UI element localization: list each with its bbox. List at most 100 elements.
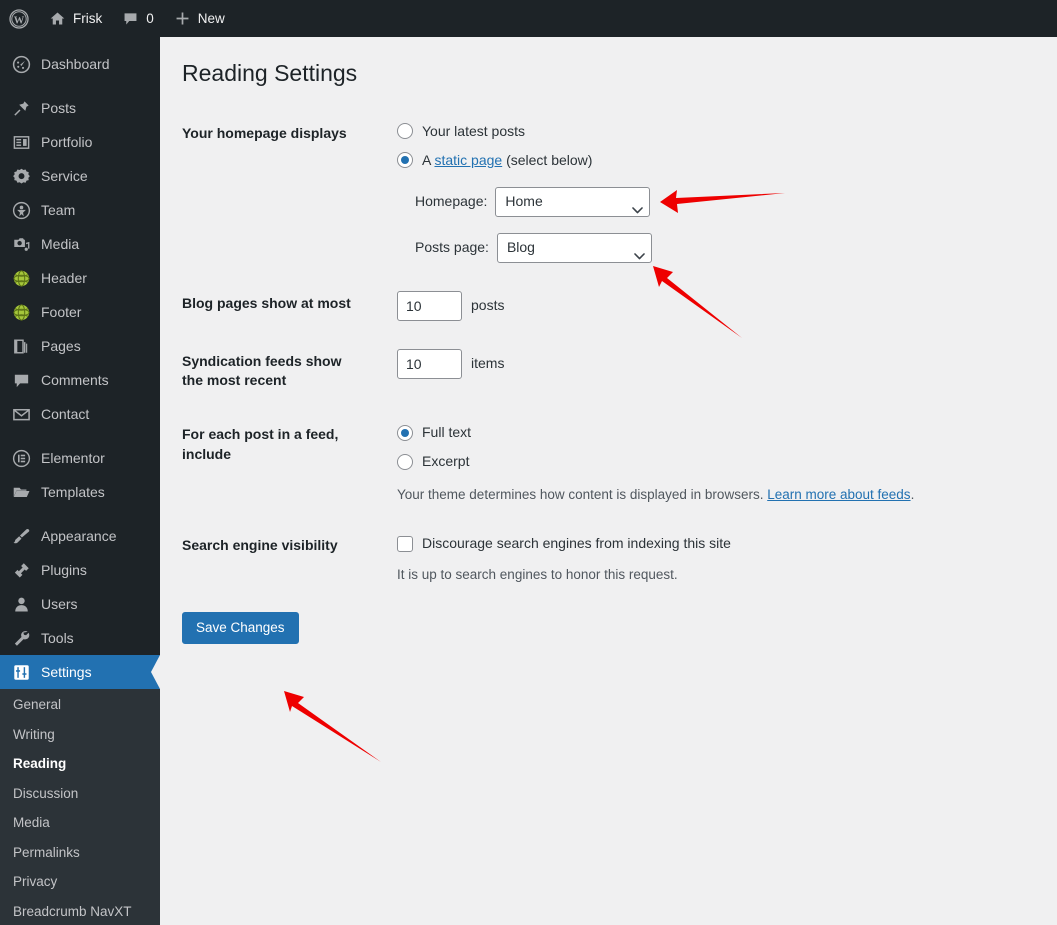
submenu-item-privacy[interactable]: Privacy xyxy=(0,867,160,897)
chevron-down-icon xyxy=(634,245,645,260)
discourage-search-label: Discourage search engines from indexing … xyxy=(422,535,731,552)
discourage-search-row[interactable]: Discourage search engines from indexing … xyxy=(397,533,1047,554)
paintbrush-icon xyxy=(11,526,31,546)
sidebar-item-pages[interactable]: Pages xyxy=(0,329,160,363)
elementor-ball-icon xyxy=(11,268,31,288)
sidebar-item-label: Settings xyxy=(41,664,92,680)
sidebar-item-label: Templates xyxy=(41,484,105,500)
submenu-item-permalinks[interactable]: Permalinks xyxy=(0,838,160,868)
posts-page-select-label: Posts page: xyxy=(415,239,489,256)
sidebar-item-templates[interactable]: Templates xyxy=(0,475,160,509)
form-row-homepage-displays: Your homepage displays Your latest posts… xyxy=(160,107,1057,277)
dashboard-gauge-icon xyxy=(11,54,31,74)
radio-row-static-page[interactable]: A static page (select below) xyxy=(397,150,1047,171)
submenu-item-reading[interactable]: Reading xyxy=(0,749,160,779)
syndication-label: Syndication feeds show the most recent xyxy=(182,352,342,389)
posts-page-select-value: Blog xyxy=(506,239,535,256)
search-visibility-label: Search engine visibility xyxy=(182,537,338,554)
site-name-menu[interactable]: Frisk xyxy=(39,0,112,37)
menu-separator xyxy=(0,81,160,91)
radio-row-latest-posts[interactable]: Your latest posts xyxy=(397,121,1047,142)
learn-more-about-feeds-link[interactable]: Learn more about feeds xyxy=(767,487,910,502)
homepage-select[interactable]: Home xyxy=(495,186,651,217)
sidebar-item-label: Team xyxy=(41,202,76,218)
sidebar-item-label: Appearance xyxy=(41,528,117,544)
sidebar-item-label: Pages xyxy=(41,338,81,354)
sidebar-item-footer[interactable]: Footer xyxy=(0,295,160,329)
sidebar-item-team[interactable]: Team xyxy=(0,193,160,227)
svg-text:W: W xyxy=(14,15,25,26)
radio-excerpt[interactable] xyxy=(397,453,413,470)
sidebar-item-media[interactable]: Media xyxy=(0,227,160,261)
chevron-down-icon xyxy=(632,199,644,214)
sidebar-item-header[interactable]: Header xyxy=(0,261,160,295)
admin-sidebar-menu: Dashboard Posts Portfolio Service Team M… xyxy=(0,37,160,925)
sidebar-item-dashboard[interactable]: Dashboard xyxy=(0,47,160,81)
syndication-unit: items xyxy=(471,355,505,372)
radio-row-full-text[interactable]: Full text xyxy=(397,422,1047,443)
radio-full-text[interactable] xyxy=(397,424,413,441)
folder-icon xyxy=(11,482,31,502)
sidebar-item-service[interactable]: Service xyxy=(0,159,160,193)
submenu-item-discussion[interactable]: Discussion xyxy=(0,779,160,809)
plug-icon xyxy=(11,560,31,580)
sidebar-item-comments[interactable]: Comments xyxy=(0,363,160,397)
sidebar-item-appearance[interactable]: Appearance xyxy=(0,519,160,553)
submenu-item-general[interactable]: General xyxy=(0,690,160,720)
sidebar-item-elementor[interactable]: Elementor xyxy=(0,441,160,475)
submenu-item-breadcrumb-navxt[interactable]: Breadcrumb NavXT xyxy=(0,897,160,925)
blog-pages-unit: posts xyxy=(471,297,505,314)
posts-page-select[interactable]: Blog xyxy=(496,232,652,263)
media-camera-music-icon xyxy=(11,234,31,254)
comments-menu[interactable]: 0 xyxy=(112,0,164,37)
sidebar-item-label: Posts xyxy=(41,100,77,116)
submenu-item-writing[interactable]: Writing xyxy=(0,720,160,750)
sidebar-item-users[interactable]: Users xyxy=(0,587,160,621)
site-name-label: Frisk xyxy=(73,10,103,26)
envelope-icon xyxy=(11,404,31,424)
sidebar-item-label: Contact xyxy=(41,406,90,422)
portfolio-list-icon xyxy=(11,132,31,152)
submenu-item-media[interactable]: Media xyxy=(0,808,160,838)
form-row-search-visibility: Search engine visibility Discourage sear… xyxy=(160,519,1057,599)
homepage-displays-label: Your homepage displays xyxy=(182,124,347,141)
active-menu-pointer-icon xyxy=(151,655,160,689)
blog-pages-controls: posts xyxy=(375,277,1057,335)
sidebar-item-settings[interactable]: Settings xyxy=(0,655,160,689)
syndication-controls: items xyxy=(375,335,1057,408)
radio-latest-posts[interactable] xyxy=(397,123,413,140)
sidebar-item-posts[interactable]: Posts xyxy=(0,91,160,125)
elementor-e-icon xyxy=(11,448,31,468)
radio-static-page[interactable] xyxy=(397,152,413,169)
search-visibility-controls: Discourage search engines from indexing … xyxy=(375,519,1057,599)
form-row-syndication: Syndication feeds show the most recent i… xyxy=(160,335,1057,408)
feed-include-controls: Full text Excerpt Your theme determines … xyxy=(375,408,1057,519)
pages-icon xyxy=(11,336,31,356)
menu-separator xyxy=(0,431,160,441)
sidebar-item-contact[interactable]: Contact xyxy=(0,397,160,431)
discourage-search-checkbox[interactable] xyxy=(397,535,413,552)
save-changes-button[interactable]: Save Changes xyxy=(182,611,299,644)
reading-settings-form: Your homepage displays Your latest posts… xyxy=(160,107,1057,600)
sidebar-item-label: Plugins xyxy=(41,562,87,578)
homepage-select-row: Homepage: Home xyxy=(415,186,1047,217)
sidebar-item-portfolio[interactable]: Portfolio xyxy=(0,125,160,159)
radio-full-text-label: Full text xyxy=(422,424,472,441)
search-visibility-description: It is up to search engines to honor this… xyxy=(397,567,678,583)
sidebar-item-tools[interactable]: Tools xyxy=(0,621,160,655)
sidebar-item-plugins[interactable]: Plugins xyxy=(0,553,160,587)
radio-row-excerpt[interactable]: Excerpt xyxy=(397,451,1047,472)
static-page-link[interactable]: static page xyxy=(434,152,502,168)
new-content-label: New xyxy=(197,10,225,26)
radio-latest-posts-label: Your latest posts xyxy=(422,122,525,139)
blog-pages-input[interactable] xyxy=(397,290,462,321)
static-page-prefix: A xyxy=(422,151,435,168)
feed-description-text: Your theme determines how content is dis… xyxy=(397,487,768,503)
new-content-menu[interactable]: New xyxy=(164,0,235,37)
syndication-input[interactable] xyxy=(397,348,462,379)
pin-icon xyxy=(11,98,31,118)
admin-bar: W Frisk 0 New xyxy=(0,0,1057,37)
homepage-displays-controls: Your latest posts A static page (select … xyxy=(375,107,1057,277)
feed-include-description: Your theme determines how content is dis… xyxy=(397,485,1047,505)
wordpress-logo-menu[interactable]: W xyxy=(0,0,39,37)
